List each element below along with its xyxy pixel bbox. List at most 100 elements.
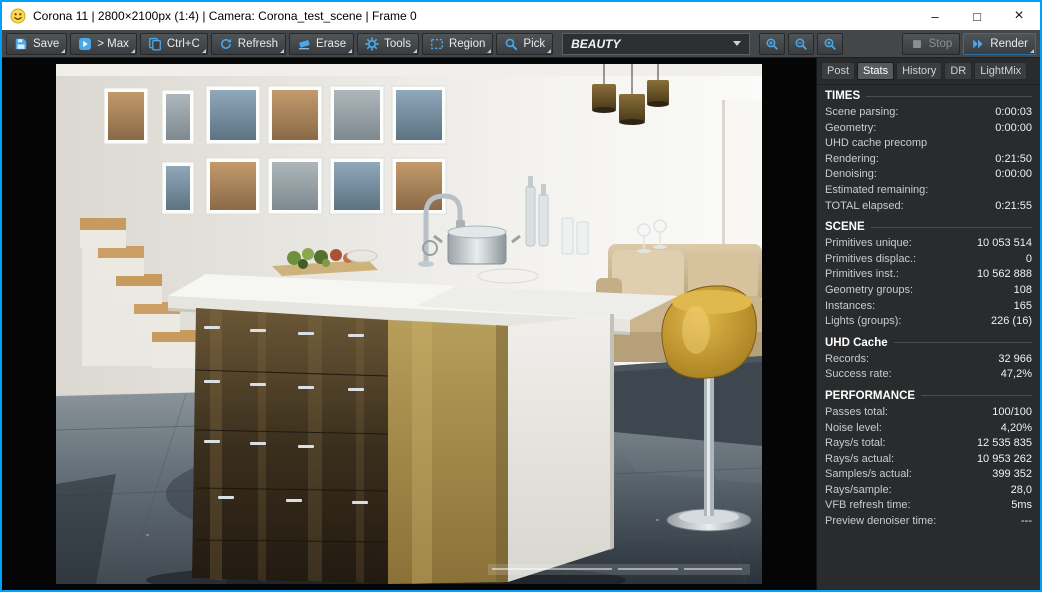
stat-row: Denoising: 0:00:00 (825, 167, 1032, 183)
stats-section-header: PERFORMANCE (825, 390, 1032, 402)
copy-button[interactable]: Ctrl+C (139, 32, 208, 55)
stat-row: Geometry groups: 108 (825, 283, 1032, 299)
zoom-reset-button[interactable] (817, 32, 844, 55)
stat-label: Rays/sample: (825, 483, 892, 496)
chevron-down-icon (733, 41, 742, 46)
stat-row: Rays/s total: 12 535 835 (825, 436, 1032, 452)
stat-row: Primitives displac.: 0 (825, 252, 1032, 268)
channel-select[interactable]: BEAUTY (562, 32, 751, 55)
stat-label: UHD cache precomp (825, 137, 928, 150)
stat-label: Samples/s actual: (825, 468, 912, 481)
stat-value: 47,2% (1000, 368, 1032, 381)
maximize-button[interactable]: □ (956, 2, 998, 30)
refresh-button[interactable]: Refresh (210, 32, 287, 55)
stat-label: Rendering: (825, 152, 879, 165)
stat-row: Primitives unique: 10 053 514 (825, 236, 1032, 252)
stat-label: Records: (825, 352, 870, 365)
stat-value: 32 966 (998, 352, 1032, 365)
stat-value: 100/100 (992, 405, 1032, 418)
stat-label: Primitives unique: (825, 237, 912, 250)
stat-label: TOTAL elapsed: (825, 199, 904, 212)
render-icon (971, 37, 985, 51)
stat-row: Lights (groups): 226 (16) (825, 314, 1032, 330)
zoom-out-button[interactable] (788, 32, 815, 55)
stat-value: 10 053 514 (976, 237, 1032, 250)
pick-button[interactable]: Pick (496, 32, 554, 55)
stat-value: 0 (1025, 252, 1032, 265)
zoom-buttons (759, 32, 844, 55)
tab-stats[interactable]: Stats (857, 62, 895, 80)
vfb-window: Corona 11 | 2800×2100px (1:4) | Camera: … (0, 0, 1042, 592)
window-title: Corona 11 | 2800×2100px (1:4) | Camera: … (33, 9, 417, 23)
stat-label: VFB refresh time: (825, 499, 911, 512)
erase-icon (297, 37, 311, 51)
stat-value: 0:21:50 (995, 152, 1032, 165)
save-label: Save (33, 37, 60, 50)
copy-icon (148, 37, 162, 51)
stat-label: Primitives displac.: (825, 252, 917, 265)
smiley-icon (10, 8, 26, 24)
stop-button[interactable]: Stop (901, 32, 961, 55)
stat-label: Primitives inst.: (825, 268, 899, 281)
erase-button[interactable]: Erase (289, 32, 355, 55)
gear-icon (365, 36, 379, 51)
main-area: Post Stats History DR LightMix TIMES Scene pa… (2, 58, 1040, 590)
zoom-out-icon (794, 37, 808, 51)
erase-label: Erase (316, 37, 347, 50)
stats-section-title: TIMES (825, 90, 861, 102)
to-max-button[interactable]: > Max (70, 32, 137, 55)
stat-label: Scene parsing: (825, 106, 899, 118)
dropdown-caret-icon (280, 48, 285, 53)
zoom-in-icon (765, 37, 779, 51)
to-max-label: > Max (97, 37, 129, 50)
stat-value: 165 (1013, 299, 1032, 312)
tab-post[interactable]: Post (821, 62, 856, 80)
stat-value: 0:21:55 (995, 199, 1032, 212)
dropdown-caret-icon (487, 48, 492, 53)
stat-value: 12 535 835 (976, 437, 1032, 450)
zoom-in-button[interactable] (759, 32, 786, 55)
stat-label: Passes total: (825, 405, 888, 418)
render-button[interactable]: Render (963, 32, 1036, 55)
tools-button[interactable]: Tools (357, 32, 419, 55)
stat-value: 28,0 (1010, 483, 1032, 496)
toolbar-buttons: Save > Max Ctrl+C Refresh Erase Tools Region Pi… (6, 32, 554, 55)
tab-dr[interactable]: DR (944, 62, 973, 80)
stats-section-header: TIMES (825, 90, 1032, 102)
region-icon (430, 37, 444, 51)
render-stamp (488, 564, 750, 575)
rendered-image (56, 64, 762, 584)
region-button[interactable]: Region (421, 32, 494, 55)
dropdown-caret-icon (130, 48, 135, 53)
tab-history[interactable]: History (896, 62, 943, 80)
stop-label: Stop (928, 37, 953, 50)
dropdown-caret-icon (201, 48, 206, 53)
stop-icon (910, 37, 924, 51)
section-rule (866, 95, 1032, 97)
stat-row: Scene parsing: 0:00:03 (825, 105, 1032, 121)
stat-row: TOTAL elapsed: 0:21:55 (825, 199, 1032, 215)
render-label: Render (990, 37, 1028, 50)
close-button[interactable]: × (998, 2, 1040, 30)
refresh-icon (219, 37, 233, 51)
stat-label: Estimated remaining: (825, 183, 929, 196)
dropdown-caret-icon (61, 48, 66, 53)
stat-row: Rays/sample: 28,0 (825, 483, 1032, 499)
minimize-button[interactable]: – (914, 2, 956, 30)
tab-lightmix[interactable]: LightMix (974, 62, 1028, 80)
stat-value: 10 562 888 (976, 268, 1032, 281)
stats-section-header: SCENE (825, 221, 1032, 233)
stat-value: --- (1021, 515, 1032, 528)
stat-value: 399 352 (992, 468, 1032, 481)
stats-section-title: PERFORMANCE (825, 389, 916, 402)
render-viewport[interactable] (2, 58, 816, 590)
stat-label: Instances: (825, 299, 876, 312)
stat-row: Success rate: 47,2% (825, 367, 1032, 383)
save-button[interactable]: Save (6, 32, 68, 55)
stat-row: Preview denoiser time: --- (825, 514, 1032, 530)
stat-label: Geometry groups: (825, 283, 914, 296)
side-panel: Post Stats History DR LightMix TIMES Scene pa… (816, 58, 1040, 590)
stat-value: 0:00:00 (995, 168, 1032, 181)
region-label: Region (448, 37, 486, 50)
stat-row: Instances: 165 (825, 299, 1032, 315)
